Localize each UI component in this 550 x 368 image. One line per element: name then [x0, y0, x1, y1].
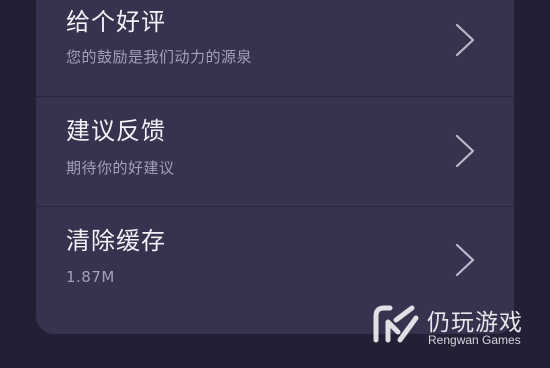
watermark-subtitle: Rengwan Games [428, 333, 521, 347]
rate-app-subtitle: 您的鼓励是我们动力的源泉 [66, 48, 253, 66]
settings-card: 给个好评 您的鼓励是我们动力的源泉 建议反馈 期待你的好建议 清除缓存 1.87… [36, 0, 514, 334]
chevron-right-icon [455, 243, 475, 277]
feedback-item[interactable]: 建议反馈 期待你的好建议 [36, 97, 514, 206]
chevron-right-icon [455, 23, 475, 57]
chevron-right-icon [455, 134, 475, 168]
rate-app-title: 给个好评 [66, 8, 166, 36]
cache-size-label: 1.87M [66, 268, 115, 286]
feedback-subtitle: 期待你的好建议 [66, 159, 175, 177]
watermark-name: 仍玩游戏 [427, 310, 523, 336]
rate-app-item[interactable]: 给个好评 您的鼓励是我们动力的源泉 [36, 0, 514, 96]
rengwan-logo-icon [373, 305, 419, 343]
feedback-title: 建议反馈 [66, 117, 166, 145]
watermark: 仍玩游戏 Rengwan Games [372, 300, 542, 350]
clear-cache-item[interactable]: 清除缓存 1.87M [36, 207, 514, 314]
clear-cache-title: 清除缓存 [66, 227, 166, 255]
